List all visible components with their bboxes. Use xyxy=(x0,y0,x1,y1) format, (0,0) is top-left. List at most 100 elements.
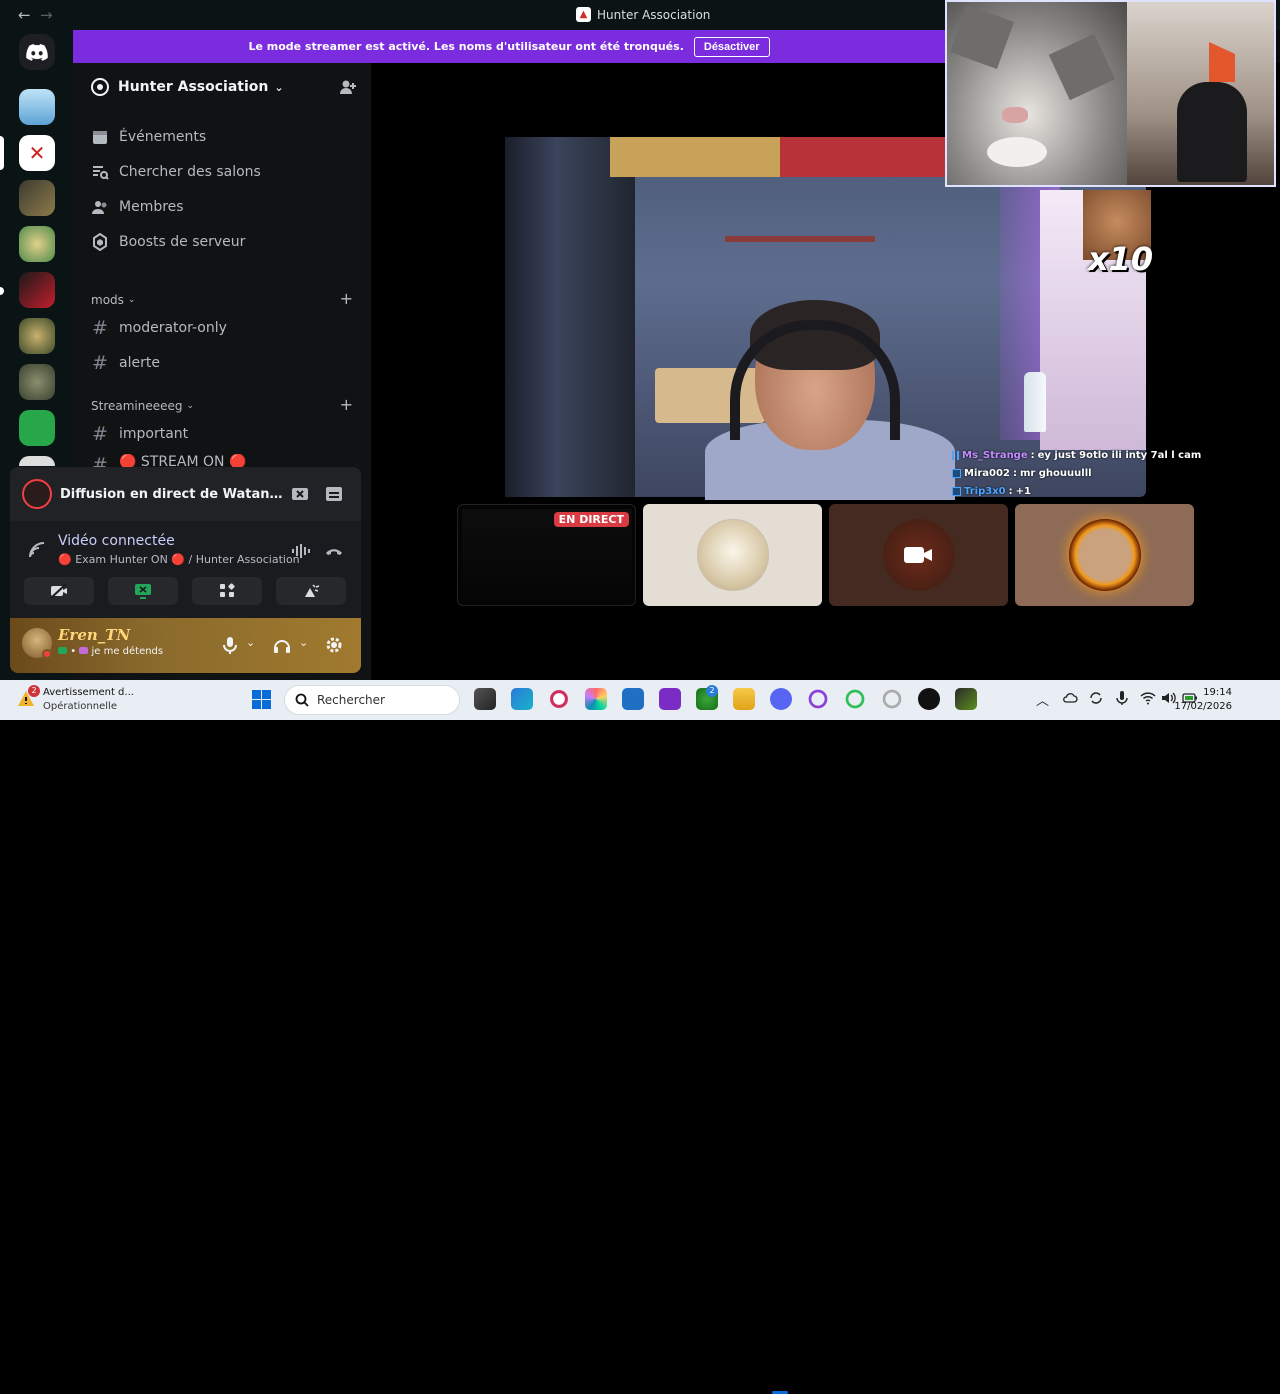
username: Eren_TN xyxy=(58,626,131,644)
create-channel-plus-icon[interactable]: + xyxy=(340,395,353,414)
server-icon-4[interactable] xyxy=(19,226,55,262)
forward-arrow-icon[interactable]: → xyxy=(40,6,53,24)
channel-moderator-only[interactable]: # moderator-only xyxy=(91,313,227,343)
server-icon-hunter[interactable]: ✕ xyxy=(19,135,55,171)
category-streaming[interactable]: Streamineeeeg ⌄ xyxy=(91,397,194,415)
voice-channel-link[interactable]: 🔴 Exam Hunter ON 🔴 / Hunter Association xyxy=(58,553,300,566)
participant-tile[interactable] xyxy=(829,504,1008,606)
video-scene-shelf xyxy=(725,236,875,242)
weather-widget[interactable]: 2 Avertissement d... Opérationnelle xyxy=(14,685,144,715)
chevron-down-icon[interactable]: ⌄ xyxy=(299,636,308,649)
discord-home-icon[interactable] xyxy=(19,34,55,70)
participant-tile-stream[interactable]: EN DIRECT xyxy=(457,504,636,606)
participant-tile[interactable] xyxy=(1015,504,1194,606)
microphone-icon[interactable] xyxy=(220,635,240,655)
camera-off-button[interactable] xyxy=(24,577,94,605)
guild-badge-icon xyxy=(91,78,109,96)
server-icon-6[interactable] xyxy=(19,318,55,354)
server-icon-3[interactable] xyxy=(19,180,55,216)
opera-icon[interactable] xyxy=(807,688,829,710)
activities-button[interactable] xyxy=(192,577,262,605)
cloud-icon[interactable] xyxy=(1062,690,1078,706)
streamer-mode-text: Le mode streamer est activé. Les noms d'… xyxy=(248,40,684,53)
chat-text: mr ghouuulll xyxy=(1019,467,1092,479)
members-icon xyxy=(92,201,107,214)
channel-important[interactable]: # important xyxy=(91,419,188,449)
server-icon-7[interactable] xyxy=(19,364,55,400)
opera-gray-icon[interactable] xyxy=(881,688,903,710)
invite-people-icon[interactable] xyxy=(339,78,357,96)
disable-streamer-mode-button[interactable]: Désactiver xyxy=(693,36,770,57)
streamer-mode-banner: Le mode streamer est activé. Les noms d'… xyxy=(73,30,945,63)
menu-item-server-boosts[interactable]: Boosts de serveur xyxy=(91,227,245,257)
chevron-up-icon[interactable]: ︿ xyxy=(1036,690,1052,709)
chat-username: Ms_Strange xyxy=(962,449,1028,461)
headphones-icon[interactable] xyxy=(272,635,292,655)
microphone-tray-icon[interactable] xyxy=(1114,690,1130,706)
server-icon-1[interactable] xyxy=(19,89,55,125)
stream-settings-icon[interactable] xyxy=(324,484,344,504)
menu-item-browse-channels[interactable]: Chercher des salons xyxy=(91,157,261,187)
back-arrow-icon[interactable]: ← xyxy=(18,6,31,24)
menu-item-events[interactable]: Événements xyxy=(91,122,206,152)
system-clock[interactable]: 19:14 17/02/2026 xyxy=(1174,686,1232,714)
chevron-down-icon: ⌄ xyxy=(274,80,284,94)
stop-stream-icon[interactable] xyxy=(290,484,310,504)
soundboard-icon xyxy=(305,584,320,597)
cat-mouth xyxy=(987,137,1047,167)
text-channel-icon: # xyxy=(92,352,108,374)
channel-name: important xyxy=(119,426,189,442)
chat-text: ey just 9otlo ili inty 7al l cam xyxy=(1037,449,1202,461)
pip-video-window[interactable] xyxy=(945,0,1276,187)
video-scene-bottle xyxy=(1024,372,1046,432)
disconnect-icon[interactable] xyxy=(324,541,344,561)
channel-alerte[interactable]: # alerte xyxy=(91,348,160,378)
store-icon[interactable] xyxy=(622,688,644,710)
create-channel-plus-icon[interactable]: + xyxy=(340,289,353,308)
screen-share-button[interactable] xyxy=(108,577,178,605)
menu-label: Boosts de serveur xyxy=(119,234,246,250)
category-mods[interactable]: mods ⌄ xyxy=(91,291,135,309)
taskbar-search-box[interactable]: Rechercher xyxy=(284,685,460,715)
photos-app-icon[interactable] xyxy=(511,688,533,710)
copilot-icon[interactable] xyxy=(585,688,607,710)
discord-taskbar-icon[interactable] xyxy=(770,688,792,710)
obs-icon[interactable] xyxy=(918,688,940,710)
sync-icon[interactable] xyxy=(1088,690,1104,706)
task-view-icon[interactable] xyxy=(474,688,496,710)
chevron-down-icon[interactable]: ⌄ xyxy=(246,636,255,649)
stream-chat-overlay: Ms_Strange : ey just 9otlo ili inty 7al … xyxy=(952,446,1201,500)
app-icon[interactable] xyxy=(955,688,977,710)
channel-name: 🔴 STREAM ON 🔴 xyxy=(119,454,247,468)
voice-panel: Diffusion en direct de Watania Re... Vid… xyxy=(10,467,361,673)
live-stream-row[interactable]: Diffusion en direct de Watania Re... xyxy=(10,467,361,521)
dnd-status-icon xyxy=(42,649,52,659)
channel-stream-on[interactable]: # 🔴 STREAM ON 🔴 xyxy=(91,454,246,468)
participant-tile[interactable] xyxy=(643,504,822,606)
chat-username: Trip3x0 xyxy=(964,485,1006,497)
server-icon-8[interactable] xyxy=(19,410,55,446)
overlay-multiplier-text: x10 xyxy=(1088,240,1154,278)
unread-pill xyxy=(0,287,4,295)
guild-header[interactable]: Hunter Association ⌄ xyxy=(73,63,371,111)
chat-message: Mira002 : mr ghouuulll xyxy=(952,464,1146,482)
proton-app-icon[interactable] xyxy=(659,688,681,710)
server-icon-5[interactable] xyxy=(19,272,55,308)
video-scene-flag xyxy=(610,137,950,177)
wifi-icon[interactable] xyxy=(1140,690,1156,706)
mobile-status-icon xyxy=(58,647,67,654)
menu-item-members[interactable]: Membres xyxy=(91,192,184,222)
window-title: ▲ Hunter Association xyxy=(576,7,710,22)
avatar xyxy=(1069,519,1141,591)
opera-green-icon[interactable] xyxy=(844,688,866,710)
soundboard-wave-icon[interactable] xyxy=(290,541,310,561)
opera-gx-icon[interactable] xyxy=(548,688,570,710)
soundboard-button[interactable] xyxy=(276,577,346,605)
windows-start-icon[interactable] xyxy=(252,690,271,709)
file-explorer-icon[interactable] xyxy=(733,688,755,710)
discord-app: ← → ▲ Hunter Association ✕ Le mode strea… xyxy=(0,0,1280,680)
custom-status[interactable]: • je me détends xyxy=(58,646,163,657)
signal-icon[interactable] xyxy=(28,541,46,559)
gear-icon[interactable] xyxy=(324,635,344,655)
server-icon-9[interactable] xyxy=(19,456,55,466)
